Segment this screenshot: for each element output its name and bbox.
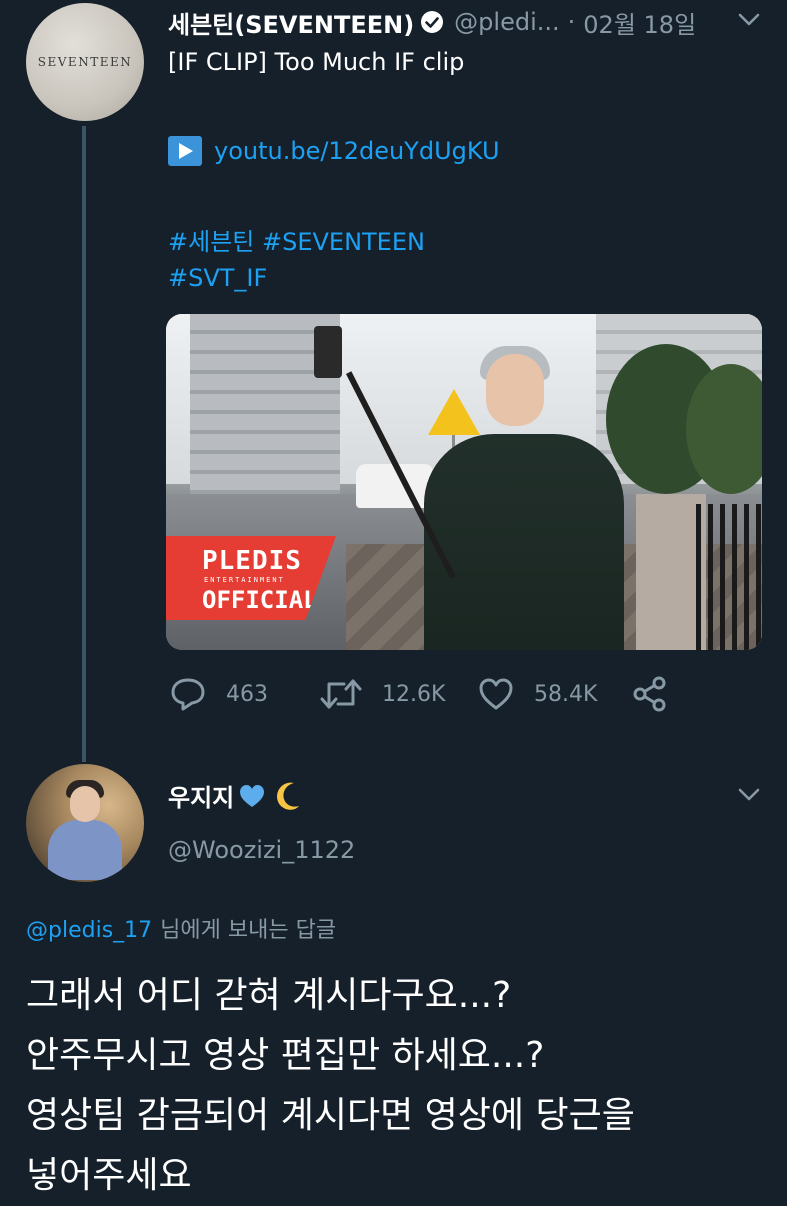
video-thumbnail[interactable]: PLEDIS ENTERTAINMENT OFFICIAL [166,314,762,650]
reply-body: 그래서 어디 갇혀 계시다구요...? 안주무시고 영상 편집만 하세요...?… [26,966,766,1206]
thumbnail-fence [696,504,762,650]
retweet-button[interactable]: 12.6K [320,668,445,720]
thumbnail-warning-sign [428,389,480,435]
replying-to: @pledis_17 님에게 보내는 답글 [26,912,336,944]
hashtags-line-1[interactable]: #세븐틴 #SEVENTEEN [168,222,425,257]
youtube-link[interactable]: youtu.be/12deuYdUgKU [214,137,500,165]
reply-line: 그래서 어디 갇혀 계시다구요...? [26,975,512,1016]
retweet-icon [320,679,362,709]
tweet-header: 세븐틴(SEVENTEEN) @pledi... · 02월 18일 [168,2,696,42]
replying-to-handle[interactable]: @pledis_17 [26,918,152,943]
seventeen-avatar[interactable]: SEVENTEEN [26,3,144,121]
watermark-pledis: PLEDIS [202,546,302,576]
reply-author[interactable]: 우지지 [168,778,304,813]
blue-heart-icon [240,784,265,807]
reply-line: 영상팀 감금되어 계시다면 영상에 당근을 [26,1095,635,1136]
retweet-count: 12.6K [382,681,446,707]
chevron-down-icon[interactable] [738,788,760,802]
woozizi-avatar[interactable] [26,764,144,882]
thumbnail-camera [314,326,342,378]
reply-line: 넣어주세요 [26,1155,192,1196]
avatar-logo-text: SEVENTEEN [37,55,133,69]
crescent-moon-icon [277,782,300,810]
play-icon [168,136,202,166]
hashtags-line-2[interactable]: #SVT_IF [168,264,267,292]
tweet-title: [IF CLIP] Too Much IF clip [168,48,465,76]
separator-dot: · [567,8,576,36]
share-button[interactable] [632,668,668,720]
author-handle[interactable]: @pledi... [454,8,559,36]
reply-count: 463 [226,681,268,707]
like-count: 58.4K [534,681,598,707]
reply-icon [171,678,205,711]
thumbnail-person-head [486,354,544,426]
reply-line: 안주무시고 영상 편집만 하세요...? [26,1035,545,1076]
thread-line [82,126,86,762]
reply-author-handle[interactable]: @Woozizi_1122 [168,836,355,864]
share-icon [633,676,666,712]
chevron-down-icon[interactable] [738,13,760,27]
like-button[interactable]: 58.4K [478,668,597,720]
avatar-person-face [70,786,100,822]
watermark-official: OFFICIAL [202,586,318,614]
reply-button[interactable]: 463 [170,668,268,720]
like-icon [479,678,513,710]
reply-author-name[interactable]: 우지지 [168,778,234,813]
watermark-entertainment: ENTERTAINMENT [204,576,285,584]
tweet-date[interactable]: 02월 18일 [583,5,696,40]
youtube-link-row[interactable]: youtu.be/12deuYdUgKU [168,136,500,166]
replying-to-text: 님에게 보내는 답글 [160,918,337,943]
author-name[interactable]: 세븐틴(SEVENTEEN) [168,5,414,40]
verified-icon [421,11,444,33]
avatar-person-body [48,820,122,880]
thumbnail-person [424,434,624,650]
